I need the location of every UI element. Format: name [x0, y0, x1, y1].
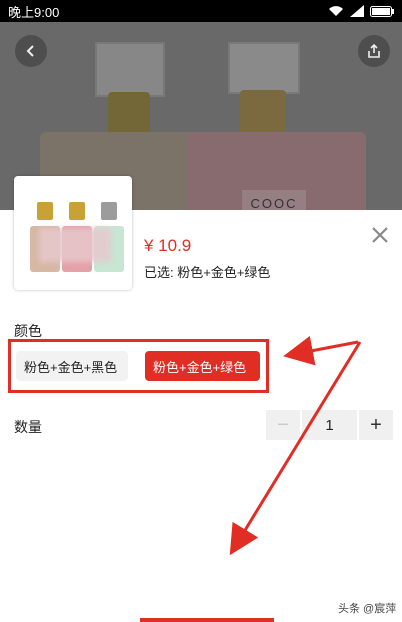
color-option-pink-gold-black[interactable]: 粉色+金色+黑色 [16, 351, 128, 381]
quantity-stepper: − 1 + [266, 410, 393, 440]
share-icon [368, 43, 380, 58]
battery-icon [370, 5, 394, 17]
back-button[interactable] [15, 35, 47, 67]
wifi-icon [328, 5, 344, 17]
quantity-value[interactable]: 1 [302, 410, 357, 440]
thumb-cap-1 [37, 202, 53, 220]
close-button[interactable] [369, 224, 391, 246]
status-bar: 晚上9:00 [0, 0, 402, 22]
thumb-blur [39, 228, 111, 262]
watermark-text: 头条 @宸萍 [338, 603, 397, 615]
close-icon [372, 227, 388, 243]
product-price: ¥ 10.9 [144, 236, 192, 255]
status-time: 晚上9:00 [8, 4, 60, 20]
increment-button[interactable]: + [359, 410, 393, 440]
color-option-pink-gold-green[interactable]: 粉色+金色+绿色 [145, 351, 260, 381]
chevron-left-icon [26, 45, 34, 57]
selected-variant-label: 已选: 粉色+金色+绿色 [144, 265, 271, 280]
confirm-button-edge[interactable] [140, 618, 274, 622]
status-icons [328, 5, 394, 17]
signal-icon [350, 5, 364, 17]
decrement-button[interactable]: − [266, 410, 300, 440]
quantity-section-title: 数量 [14, 419, 42, 435]
product-thumbnail [14, 176, 132, 290]
share-button[interactable] [358, 35, 390, 67]
color-section-title: 颜色 [14, 323, 42, 339]
thumb-cap-3 [101, 202, 117, 220]
thumb-cap-2 [69, 202, 85, 220]
